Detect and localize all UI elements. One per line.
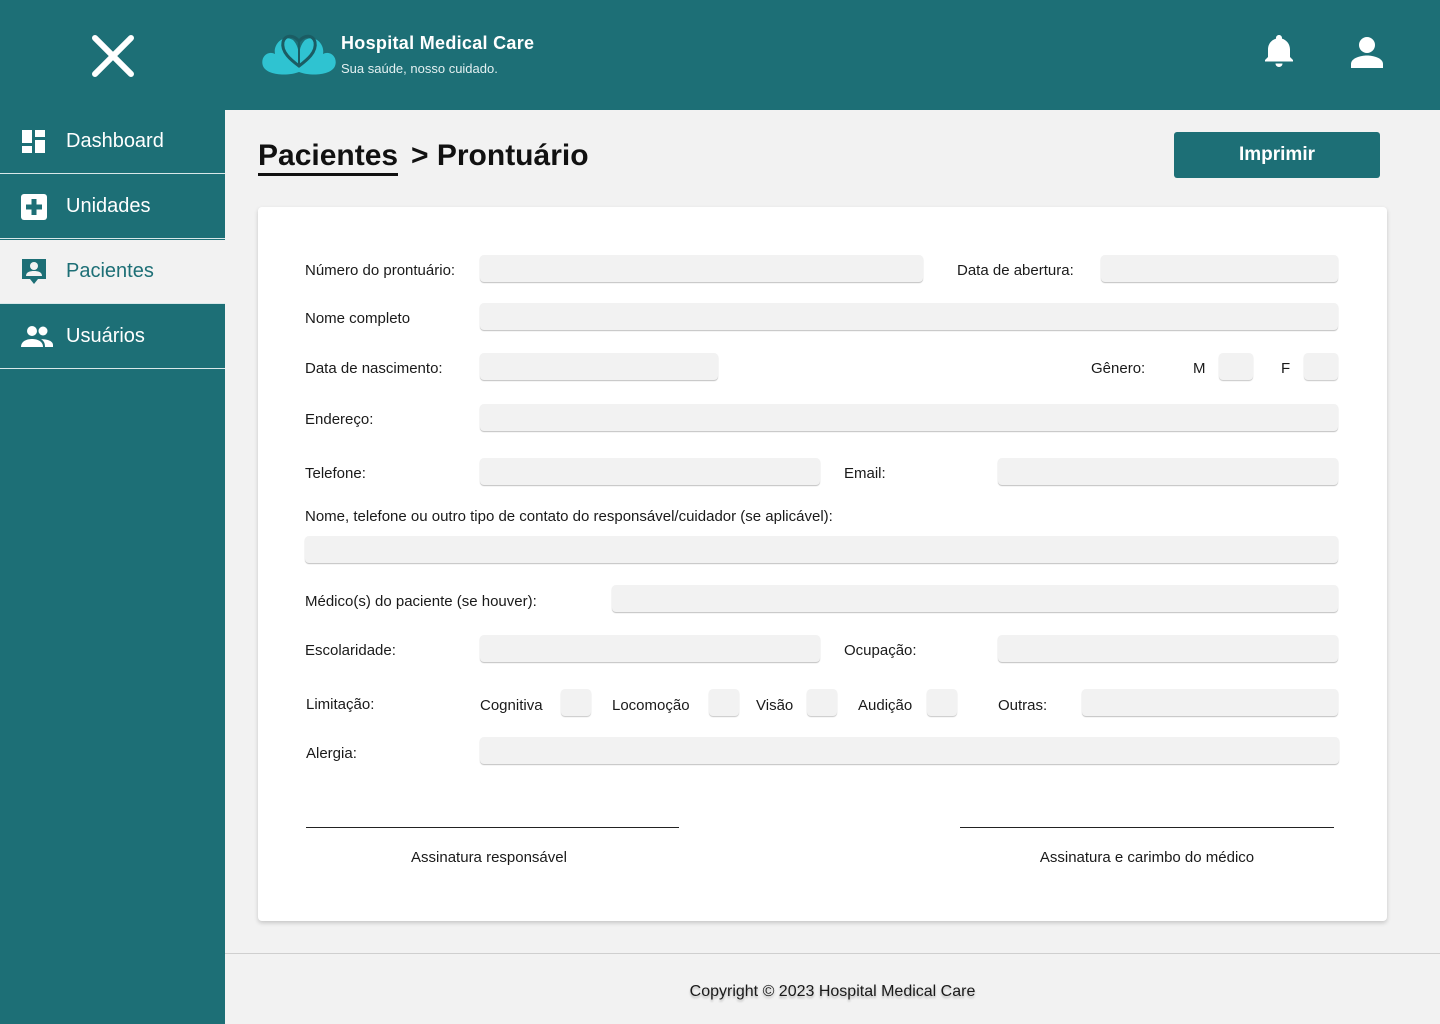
notifications-button[interactable] (1264, 33, 1294, 67)
gender-f-label: F (1281, 360, 1291, 377)
medical-plus-icon (21, 194, 47, 220)
limitation-mobility-label: Locomoção (612, 697, 690, 714)
limitation-vision-checkbox[interactable] (807, 689, 837, 716)
sidebar-item-dashboard[interactable]: Dashboard (0, 110, 225, 174)
occupation-label: Ocupação: (844, 642, 917, 659)
sidebar-item-label: Dashboard (66, 130, 164, 152)
users-icon (21, 326, 53, 347)
address-field[interactable] (480, 404, 1338, 431)
limitation-other-field[interactable] (1082, 689, 1338, 716)
top-header (0, 0, 1440, 110)
footer-divider (225, 953, 1440, 954)
full-name-field[interactable] (480, 303, 1338, 330)
sidebar: Dashboard Unidades Pacientes Usuários (0, 110, 225, 1024)
phone-label: Telefone: (305, 465, 366, 482)
opening-date-label: Data de abertura: (957, 262, 1074, 279)
sidebar-item-pacientes[interactable]: Pacientes (0, 240, 225, 304)
print-button[interactable]: Imprimir (1174, 132, 1380, 178)
sidebar-item-label: Pacientes (66, 260, 154, 282)
logo-heart-icon (262, 34, 336, 75)
opening-date-field[interactable] (1101, 255, 1338, 282)
page-title: > Prontuário (411, 139, 589, 172)
breadcrumb-pacientes-link[interactable]: Pacientes (258, 139, 399, 176)
sidebar-item-label: Usuários (66, 325, 145, 347)
bell-icon (1265, 35, 1293, 67)
guardian-contact-field[interactable] (305, 536, 1338, 563)
record-number-label: Número do prontuário: (305, 262, 456, 279)
allergy-label: Alergia: (306, 745, 357, 762)
limitation-label: Limitação: (306, 696, 375, 713)
limitation-hearing-checkbox[interactable] (927, 689, 957, 716)
education-field[interactable] (480, 635, 820, 662)
education-label: Escolaridade: (305, 642, 396, 659)
guardian-signature-label: Assinatura responsável (411, 849, 567, 866)
limitation-other-label: Outras: (998, 697, 1048, 714)
guardian-contact-label: Nome, telefone ou outro tipo de contato … (305, 508, 833, 525)
doctors-field[interactable] (612, 585, 1338, 612)
limitation-hearing-label: Audição (858, 697, 913, 714)
record-number-field[interactable] (480, 255, 923, 282)
email-label: Email: (844, 465, 886, 482)
gender-m-label: M (1193, 360, 1206, 377)
dashboard-icon (22, 130, 45, 153)
gender-f-checkbox[interactable] (1304, 353, 1338, 380)
limitation-cognitive-checkbox[interactable] (561, 689, 591, 716)
full-name-label: Nome completo (305, 310, 411, 327)
close-icon (92, 35, 134, 77)
logo (261, 32, 337, 78)
sidebar-item-unidades[interactable]: Unidades (0, 175, 225, 239)
sidebar-item-usuarios[interactable]: Usuários (0, 305, 225, 369)
limitation-cognitive-label: Cognitiva (480, 697, 543, 714)
phone-field[interactable] (480, 458, 820, 485)
doctor-signature-label: Assinatura e carimbo do médico (1039, 849, 1255, 866)
address-label: Endereço: (305, 411, 374, 428)
brand-tagline: Sua saúde, nosso cuidado. (341, 61, 498, 76)
birth-date-field[interactable] (480, 353, 718, 380)
guardian-signature-line (306, 827, 679, 828)
user-profile-button[interactable] (1351, 36, 1383, 68)
birth-date-label: Data de nascimento: (305, 360, 443, 377)
gender-label: Gênero: (1091, 360, 1146, 377)
medical-record-form: Número do prontuário: Data de abertura: … (258, 207, 1387, 921)
user-icon (1351, 37, 1383, 68)
limitation-vision-label: Visão (756, 697, 794, 714)
patient-badge-icon (22, 259, 46, 284)
gender-m-checkbox[interactable] (1219, 353, 1253, 380)
copyright-text: Copyright © 2023 Hospital Medical Care (689, 983, 976, 1000)
brand-name: Hospital Medical Care (341, 33, 535, 53)
allergy-field[interactable] (480, 737, 1339, 764)
occupation-field[interactable] (998, 635, 1338, 662)
limitation-mobility-checkbox[interactable] (709, 689, 739, 716)
doctor-signature-line (960, 827, 1334, 828)
email-field[interactable] (998, 458, 1338, 485)
sidebar-item-label: Unidades (66, 195, 151, 217)
doctors-label: Médico(s) do paciente (se houver): (305, 593, 537, 610)
close-menu-button[interactable] (90, 33, 136, 79)
